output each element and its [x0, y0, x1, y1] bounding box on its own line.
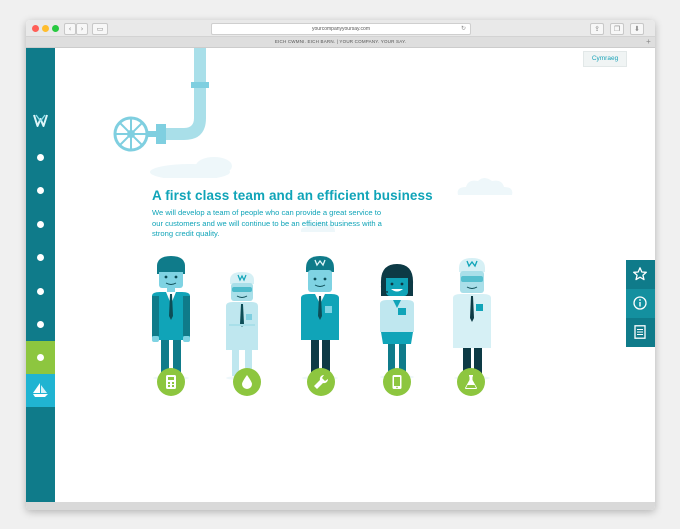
- role-button-calculator[interactable]: [157, 368, 185, 396]
- nav-dot-2[interactable]: [37, 187, 44, 194]
- page-heading: A first class team and an efficient busi…: [152, 188, 433, 203]
- tab-title[interactable]: EICH CWMNI. EICH BARN. | YOUR COMPANY. Y…: [275, 39, 406, 44]
- right-toolbar: [626, 260, 655, 347]
- role-button-customer-service[interactable]: [383, 368, 411, 396]
- tab-bar: EICH CWMNI. EICH BARN. | YOUR COMPANY. Y…: [26, 37, 655, 48]
- nav-dot-1[interactable]: [37, 154, 44, 161]
- close-window-button[interactable]: [32, 25, 39, 32]
- minimize-window-button[interactable]: [42, 25, 49, 32]
- sailboat-icon: [33, 383, 48, 397]
- cloud-decoration: [457, 178, 513, 195]
- role-button-science[interactable]: [457, 368, 485, 396]
- info-icon: [633, 296, 647, 310]
- share-button[interactable]: ⇪: [590, 23, 604, 35]
- reload-icon[interactable]: ↻: [461, 24, 466, 34]
- person-engineer: [301, 256, 339, 380]
- calculator-icon: [166, 375, 176, 389]
- person-scientist: [453, 258, 491, 380]
- star-icon: [633, 267, 647, 281]
- downloads-button[interactable]: ⬇: [630, 23, 644, 35]
- browser-titlebar: ‹ › ▭ yourcompanyyoursay.com ↻ ⇪ ❐ ⬇: [26, 20, 655, 37]
- wrench-icon: [314, 375, 328, 389]
- person-water-technician: [226, 272, 258, 380]
- ww-logo-icon[interactable]: [33, 114, 48, 128]
- sidebar-nav: [26, 48, 55, 502]
- pipe-valve-illustration: [113, 48, 232, 178]
- nav-item-sailboat[interactable]: [26, 374, 55, 407]
- nav-dot-7[interactable]: [37, 354, 44, 361]
- favourite-button[interactable]: [626, 260, 655, 289]
- water-drop-icon: [242, 375, 252, 389]
- role-button-water[interactable]: [233, 368, 261, 396]
- browser-bottom-bar: [26, 502, 655, 510]
- new-tab-button[interactable]: +: [646, 37, 651, 47]
- nav-item-active[interactable]: [26, 341, 55, 374]
- nav-dot-6[interactable]: [37, 321, 44, 328]
- role-button-engineering[interactable]: [307, 368, 335, 396]
- language-toggle-button[interactable]: Cymraeg: [583, 51, 627, 67]
- info-button[interactable]: [626, 289, 655, 318]
- browser-window: ‹ › ▭ yourcompanyyoursay.com ↻ ⇪ ❐ ⬇ EIC…: [26, 20, 655, 510]
- nav-dot-5[interactable]: [37, 288, 44, 295]
- person-customer-service: [380, 264, 414, 379]
- document-button[interactable]: [626, 318, 655, 347]
- page-intro-text: We will develop a team of people who can…: [152, 208, 382, 238]
- nav-dot-4[interactable]: [37, 254, 44, 261]
- sidebar-toggle-button[interactable]: ▭: [92, 23, 108, 35]
- person-office-worker: [152, 256, 190, 380]
- forward-button[interactable]: ›: [76, 23, 88, 35]
- document-icon: [634, 325, 646, 339]
- back-button[interactable]: ‹: [64, 23, 76, 35]
- address-bar[interactable]: yourcompanyyoursay.com ↻: [211, 23, 471, 35]
- maximize-window-button[interactable]: [52, 25, 59, 32]
- tabs-overview-button[interactable]: ❐: [610, 23, 624, 35]
- nav-dot-3[interactable]: [37, 221, 44, 228]
- page-content: Cymraeg A first class team and an effici…: [26, 48, 655, 502]
- tablet-icon: [392, 375, 402, 389]
- url-text: yourcompanyyoursay.com: [312, 26, 370, 32]
- flask-icon: [465, 375, 477, 389]
